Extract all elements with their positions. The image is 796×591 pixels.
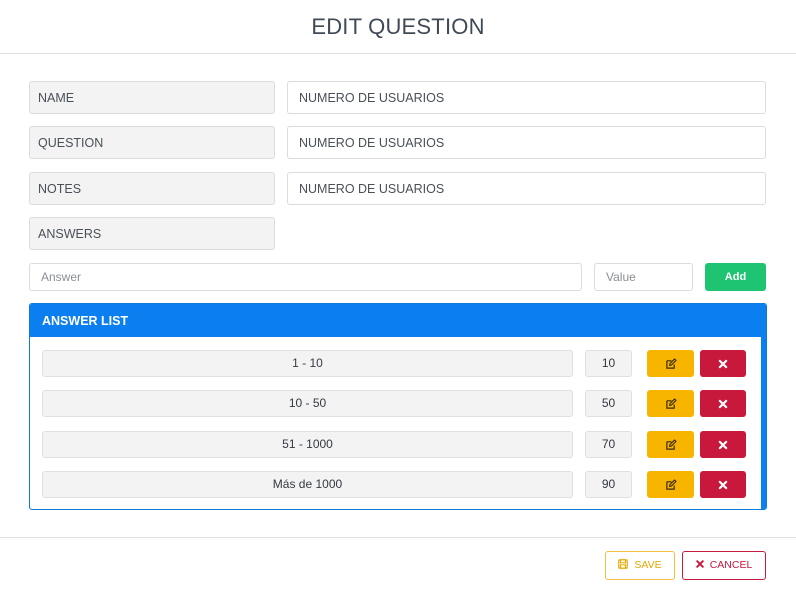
close-icon [718,359,728,368]
answer-text: 51 - 1000 [42,431,573,458]
save-button[interactable]: SAVE [605,551,675,580]
edit-answer-button[interactable] [647,431,694,458]
answer-value: 90 [585,471,632,498]
close-icon [695,560,704,568]
close-icon [718,480,728,489]
question-label: QUESTION [29,126,275,159]
edit-icon [665,439,676,450]
cancel-button[interactable]: CANCEL [682,551,766,580]
add-answer-button[interactable]: Add [705,263,766,291]
answer-row: 10 - 50 50 [42,390,762,417]
answer-value: 50 [585,390,632,417]
close-icon [718,399,728,408]
name-input[interactable] [287,81,766,114]
delete-answer-button[interactable] [700,390,746,417]
answer-text: 10 - 50 [42,390,573,417]
delete-answer-button[interactable] [700,431,746,458]
answer-row: Más de 1000 90 [42,471,762,498]
question-input[interactable] [287,126,766,159]
modal-header: EDIT QUESTION [0,0,796,54]
cancel-label: CANCEL [709,559,753,571]
answer-list-card: ANSWER LIST 1 - 10 10 10 - 50 50 51 - 10… [29,303,767,510]
name-label: NAME [29,81,275,114]
footer-divider [0,537,796,538]
edit-icon [665,398,676,409]
close-icon [718,440,728,449]
delete-answer-button[interactable] [700,471,746,498]
answer-row: 51 - 1000 70 [42,431,762,458]
answer-list-title: ANSWER LIST [30,304,766,337]
floppy-disk-icon [618,559,629,570]
modal-title: EDIT QUESTION [311,14,485,39]
answer-value: 70 [585,431,632,458]
answer-text: Más de 1000 [42,471,573,498]
value-input[interactable] [594,263,693,291]
edit-answer-button[interactable] [647,350,694,377]
answer-row: 1 - 10 10 [42,350,762,377]
edit-icon [665,479,676,490]
answer-input[interactable] [29,263,582,291]
answer-value: 10 [585,350,632,377]
edit-answer-button[interactable] [647,390,694,417]
notes-label: NOTES [29,172,275,205]
answers-label: ANSWERS [29,217,275,250]
delete-answer-button[interactable] [700,350,746,377]
answer-text: 1 - 10 [42,350,573,377]
edit-icon [665,358,676,369]
notes-input[interactable] [287,172,766,205]
save-label: SAVE [634,559,662,571]
edit-answer-button[interactable] [647,471,694,498]
edit-question-modal: EDIT QUESTION NAME QUESTION NOTES ANSWER… [0,0,796,591]
